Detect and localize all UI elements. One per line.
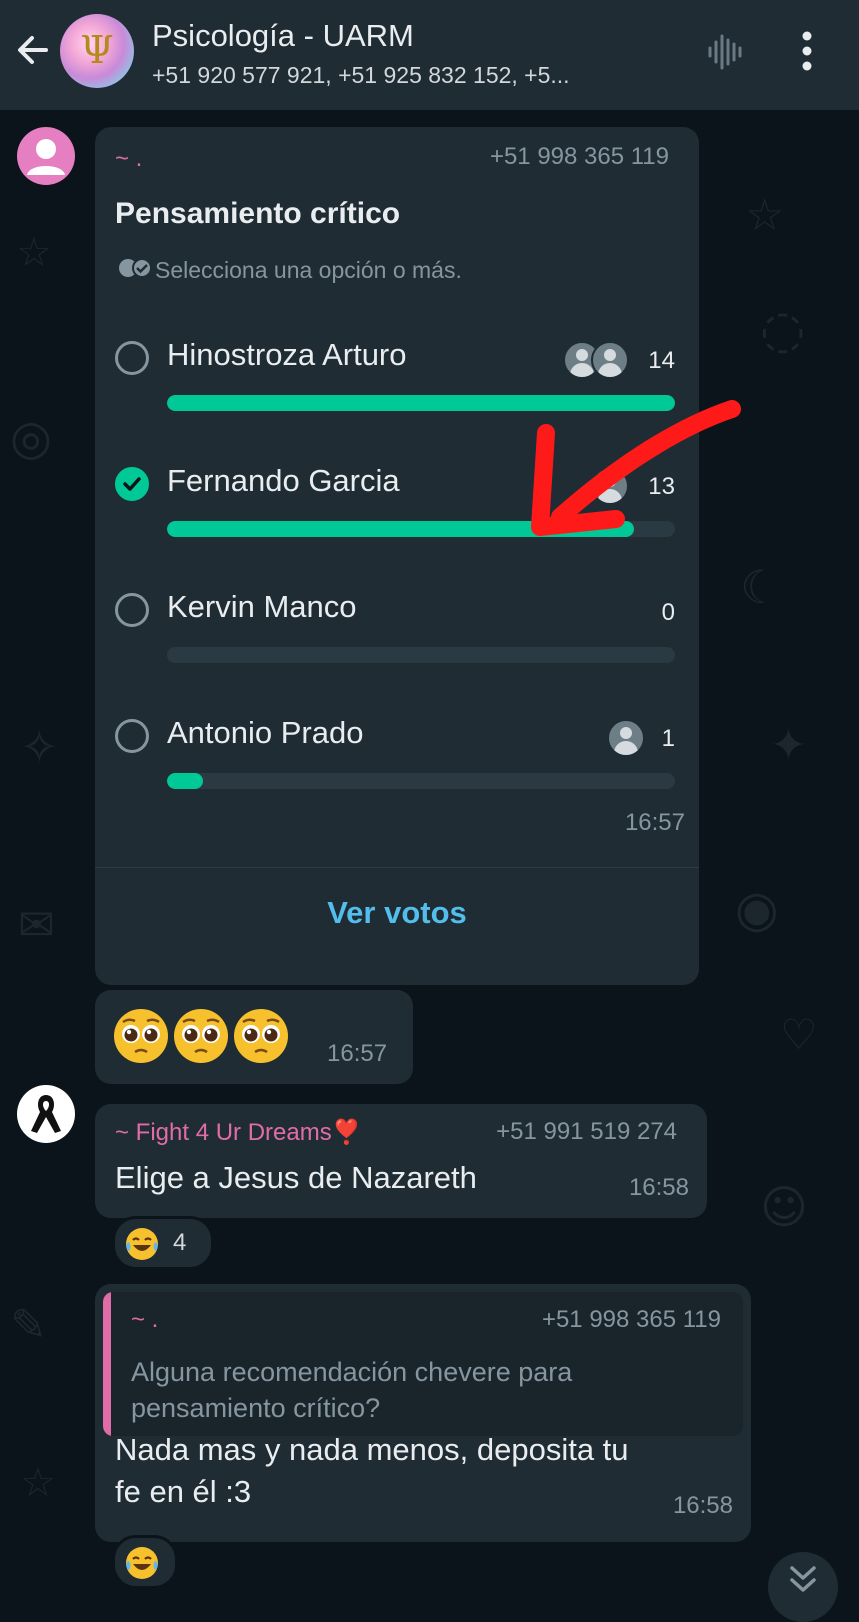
message-timestamp: 16:57 (327, 1040, 388, 1067)
scroll-to-bottom-button[interactable] (768, 1552, 838, 1622)
chat-title[interactable]: Psicología - UARM (152, 18, 414, 54)
quote-sender-name: ~ . (131, 1306, 159, 1333)
message-sender-phone: +51 991 519 274 (496, 1118, 677, 1145)
poll-option[interactable]: Antonio Prado 1 (115, 715, 675, 825)
pleading-face-icon (234, 1009, 288, 1063)
double-chevron-down-icon (790, 1566, 816, 1592)
voter-avatar-icon (591, 341, 629, 379)
poll-progress-bar (167, 773, 675, 789)
poll-option[interactable]: Kervin Manco 0 (115, 589, 675, 699)
poll-option-label: Kervin Manco (167, 589, 357, 624)
sender-avatar[interactable] (17, 127, 75, 185)
radio-button-checked[interactable] (115, 467, 149, 501)
voter-avatar-icon (607, 719, 645, 757)
poll-message[interactable]: ~ . +51 998 365 119 Pensamiento crítico … (95, 127, 699, 985)
multi-select-icon (119, 258, 152, 278)
quote-text: Alguna recomendación chevere para pensam… (131, 1357, 573, 1423)
message-text-line: Nada mas y nada menos, deposita tu (115, 1432, 629, 1467)
black-ribbon-icon (31, 1095, 61, 1133)
poll-vote-count: 14 (648, 347, 675, 374)
voter-avatars (607, 719, 647, 757)
poll-option-label: Antonio Prado (167, 715, 364, 750)
message-text: Elige a Jesus de Nazareth (115, 1160, 477, 1195)
poll-vote-count: 1 (661, 725, 675, 752)
more-options-icon[interactable] (800, 30, 814, 72)
emoji-message[interactable]: 16:57 (95, 990, 413, 1084)
message-timestamp: 16:58 (672, 1492, 733, 1519)
quoted-message[interactable]: ~ . +51 998 365 119 Alguna recomendación… (103, 1292, 743, 1436)
voter-avatars (563, 341, 633, 379)
poll-sender-name[interactable]: ~ . (115, 145, 142, 173)
poll-progress-bar (167, 647, 675, 663)
laughing-tears-icon (126, 1228, 158, 1260)
radio-button[interactable] (115, 341, 149, 375)
quote-sender-phone: +51 998 365 119 (541, 1306, 721, 1333)
chat-participants[interactable]: +51 920 577 921, +51 925 832 152, +5... (152, 62, 672, 89)
checkmark-icon (123, 477, 141, 491)
default-user-icon (27, 139, 65, 175)
pleading-face-icon (174, 1009, 228, 1063)
poll-option-label: Fernando Garcia (167, 463, 400, 498)
back-arrow-icon[interactable] (12, 28, 56, 72)
annotation-arrow-icon (531, 400, 741, 536)
psi-logo-icon: Ψ (80, 28, 114, 72)
divider (95, 867, 699, 868)
reaction-pill[interactable]: 4 (112, 1216, 214, 1270)
poll-title: Pensamiento crítico (115, 197, 401, 230)
pleading-face-icon (114, 1009, 168, 1063)
radio-button[interactable] (115, 719, 149, 753)
message-sender-name[interactable]: ~ Fight 4 Ur Dreams❣️ (115, 1118, 362, 1147)
text-message[interactable]: ~ Fight 4 Ur Dreams❣️ +51 991 519 274 El… (95, 1104, 707, 1218)
message-text-line: fe en él :3 (115, 1474, 252, 1509)
poll-progress-fill (167, 773, 203, 789)
message-timestamp: 16:58 (628, 1174, 689, 1201)
poll-vote-count: 0 (661, 599, 675, 626)
poll-sender-phone: +51 998 365 119 (489, 143, 669, 170)
reaction-count: 4 (173, 1229, 187, 1256)
view-votes-button[interactable]: Ver votos (95, 895, 699, 931)
sender-avatar[interactable] (17, 1085, 75, 1143)
poll-hint: Selecciona una opción o más. (155, 257, 462, 283)
group-avatar[interactable]: Ψ (60, 14, 134, 88)
voice-chat-icon[interactable] (706, 32, 746, 72)
message-timestamp: 16:57 (624, 809, 685, 836)
laughing-tears-icon (126, 1547, 158, 1579)
quote-accent-bar (103, 1292, 111, 1436)
reaction-pill[interactable] (112, 1535, 178, 1589)
radio-button[interactable] (115, 593, 149, 627)
chat-header: Ψ Psicología - UARM +51 920 577 921, +51… (0, 0, 859, 110)
poll-option-label: Hinostroza Arturo (167, 337, 407, 372)
reply-message[interactable]: ~ . +51 998 365 119 Alguna recomendación… (95, 1284, 751, 1542)
